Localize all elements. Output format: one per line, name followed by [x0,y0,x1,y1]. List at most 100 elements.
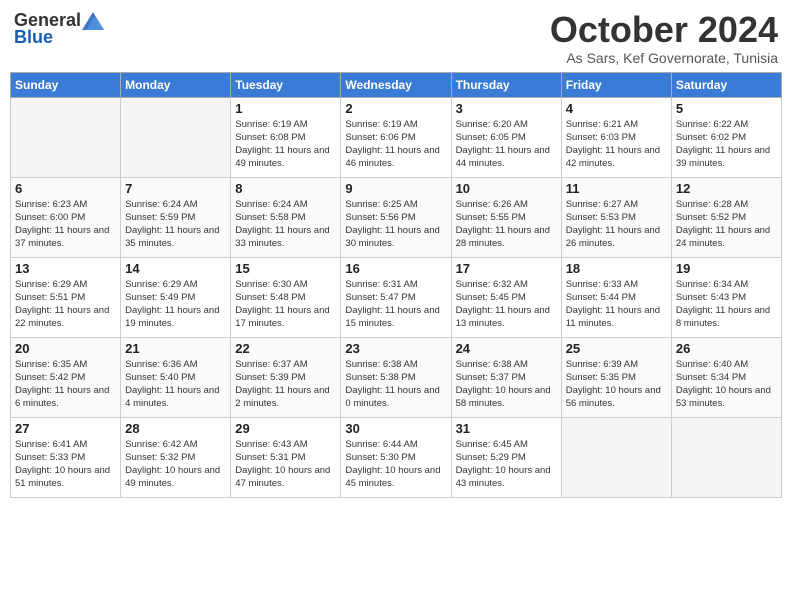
weekday-header: Sunday [11,72,121,97]
logo-blue: Blue [14,27,53,48]
calendar-day-cell: 7 Sunrise: 6:24 AM Sunset: 5:59 PM Daylig… [121,177,231,257]
calendar-week-row: 13Sunrise: 6:29 AM Sunset: 5:51 PM Dayli… [11,257,782,337]
day-info: Sunrise: 6:21 AM Sunset: 6:03 PM Dayligh… [566,118,667,171]
calendar-day-cell: 8 Sunrise: 6:24 AM Sunset: 5:58 PM Daylig… [231,177,341,257]
day-number: 17 [456,261,557,276]
day-number: 8 [235,181,336,196]
calendar-week-row: 6 Sunrise: 6:23 AM Sunset: 6:00 PM Daylig… [11,177,782,257]
weekday-header: Saturday [671,72,781,97]
day-info: Sunrise: 6:40 AM Sunset: 5:34 PM Dayligh… [676,358,777,411]
page-header: General Blue October 2024 As Sars, Kef G… [10,10,782,66]
day-info: Sunrise: 6:20 AM Sunset: 6:05 PM Dayligh… [456,118,557,171]
day-number: 7 [125,181,226,196]
calendar-week-row: 1 Sunrise: 6:19 AM Sunset: 6:08 PM Daylig… [11,97,782,177]
day-number: 15 [235,261,336,276]
day-info: Sunrise: 6:41 AM Sunset: 5:33 PM Dayligh… [15,438,116,491]
day-info: Sunrise: 6:45 AM Sunset: 5:29 PM Dayligh… [456,438,557,491]
weekday-header: Wednesday [341,72,451,97]
day-number: 28 [125,421,226,436]
weekday-header: Monday [121,72,231,97]
calendar-day-cell: 18 Sunrise: 6:33 AM Sunset: 5:44 PM Dayli… [561,257,671,337]
day-number: 3 [456,101,557,116]
day-info: Sunrise: 6:22 AM Sunset: 6:02 PM Dayligh… [676,118,777,171]
day-info: Sunrise: 6:33 AM Sunset: 5:44 PM Dayligh… [566,278,667,331]
day-number: 1 [235,101,336,116]
calendar-day-cell: 26 Sunrise: 6:40 AM Sunset: 5:34 PM Dayli… [671,337,781,417]
day-number: 22 [235,341,336,356]
calendar-day-cell: 31Sunrise: 6:45 AM Sunset: 5:29 PM Dayli… [451,417,561,497]
day-info: Sunrise: 6:35 AM Sunset: 5:42 PM Dayligh… [15,358,116,411]
day-info: Sunrise: 6:30 AM Sunset: 5:48 PM Dayligh… [235,278,336,331]
title-block: October 2024 As Sars, Kef Governorate, T… [550,10,778,66]
day-info: Sunrise: 6:34 AM Sunset: 5:43 PM Dayligh… [676,278,777,331]
day-number: 11 [566,181,667,196]
calendar-day-cell [121,97,231,177]
day-info: Sunrise: 6:38 AM Sunset: 5:37 PM Dayligh… [456,358,557,411]
day-number: 5 [676,101,777,116]
day-number: 25 [566,341,667,356]
day-info: Sunrise: 6:19 AM Sunset: 6:06 PM Dayligh… [345,118,446,171]
day-number: 29 [235,421,336,436]
calendar-day-cell: 12Sunrise: 6:28 AM Sunset: 5:52 PM Dayli… [671,177,781,257]
day-number: 24 [456,341,557,356]
calendar-day-cell: 23Sunrise: 6:38 AM Sunset: 5:38 PM Dayli… [341,337,451,417]
day-number: 30 [345,421,446,436]
day-number: 27 [15,421,116,436]
calendar-table: SundayMondayTuesdayWednesdayThursdayFrid… [10,72,782,498]
logo-icon [82,12,104,30]
weekday-header: Friday [561,72,671,97]
day-number: 10 [456,181,557,196]
day-info: Sunrise: 6:32 AM Sunset: 5:45 PM Dayligh… [456,278,557,331]
calendar-day-cell: 25Sunrise: 6:39 AM Sunset: 5:35 PM Dayli… [561,337,671,417]
calendar-week-row: 27 Sunrise: 6:41 AM Sunset: 5:33 PM Dayli… [11,417,782,497]
calendar-day-cell: 3 Sunrise: 6:20 AM Sunset: 6:05 PM Daylig… [451,97,561,177]
day-number: 6 [15,181,116,196]
day-info: Sunrise: 6:29 AM Sunset: 5:49 PM Dayligh… [125,278,226,331]
calendar-day-cell: 1 Sunrise: 6:19 AM Sunset: 6:08 PM Daylig… [231,97,341,177]
calendar-day-cell: 11 Sunrise: 6:27 AM Sunset: 5:53 PM Dayli… [561,177,671,257]
calendar-day-cell: 22Sunrise: 6:37 AM Sunset: 5:39 PM Dayli… [231,337,341,417]
calendar-day-cell [561,417,671,497]
calendar-day-cell [11,97,121,177]
month-year-title: October 2024 [550,10,778,50]
calendar-day-cell: 30 Sunrise: 6:44 AM Sunset: 5:30 PM Dayli… [341,417,451,497]
calendar-day-cell: 9Sunrise: 6:25 AM Sunset: 5:56 PM Daylig… [341,177,451,257]
day-number: 13 [15,261,116,276]
day-number: 16 [345,261,446,276]
calendar-day-cell [671,417,781,497]
day-info: Sunrise: 6:24 AM Sunset: 5:58 PM Dayligh… [235,198,336,251]
logo: General Blue [14,10,104,48]
day-number: 23 [345,341,446,356]
day-info: Sunrise: 6:31 AM Sunset: 5:47 PM Dayligh… [345,278,446,331]
day-number: 18 [566,261,667,276]
calendar-day-cell: 21 Sunrise: 6:36 AM Sunset: 5:40 PM Dayli… [121,337,231,417]
calendar-week-row: 20 Sunrise: 6:35 AM Sunset: 5:42 PM Dayli… [11,337,782,417]
day-info: Sunrise: 6:36 AM Sunset: 5:40 PM Dayligh… [125,358,226,411]
day-info: Sunrise: 6:26 AM Sunset: 5:55 PM Dayligh… [456,198,557,251]
day-number: 19 [676,261,777,276]
day-number: 9 [345,181,446,196]
day-info: Sunrise: 6:23 AM Sunset: 6:00 PM Dayligh… [15,198,116,251]
day-number: 2 [345,101,446,116]
calendar-day-cell: 5 Sunrise: 6:22 AM Sunset: 6:02 PM Daylig… [671,97,781,177]
calendar-day-cell: 27 Sunrise: 6:41 AM Sunset: 5:33 PM Dayli… [11,417,121,497]
day-info: Sunrise: 6:44 AM Sunset: 5:30 PM Dayligh… [345,438,446,491]
day-number: 14 [125,261,226,276]
location-subtitle: As Sars, Kef Governorate, Tunisia [550,50,778,66]
calendar-day-cell: 24 Sunrise: 6:38 AM Sunset: 5:37 PM Dayli… [451,337,561,417]
day-info: Sunrise: 6:24 AM Sunset: 5:59 PM Dayligh… [125,198,226,251]
calendar-day-cell: 15 Sunrise: 6:30 AM Sunset: 5:48 PM Dayli… [231,257,341,337]
calendar-day-cell: 10 Sunrise: 6:26 AM Sunset: 5:55 PM Dayli… [451,177,561,257]
day-number: 26 [676,341,777,356]
day-info: Sunrise: 6:28 AM Sunset: 5:52 PM Dayligh… [676,198,777,251]
day-number: 21 [125,341,226,356]
calendar-day-cell: 6 Sunrise: 6:23 AM Sunset: 6:00 PM Daylig… [11,177,121,257]
calendar-day-cell: 19 Sunrise: 6:34 AM Sunset: 5:43 PM Dayli… [671,257,781,337]
calendar-day-cell: 14 Sunrise: 6:29 AM Sunset: 5:49 PM Dayli… [121,257,231,337]
day-number: 20 [15,341,116,356]
calendar-day-cell: 2 Sunrise: 6:19 AM Sunset: 6:06 PM Daylig… [341,97,451,177]
day-info: Sunrise: 6:27 AM Sunset: 5:53 PM Dayligh… [566,198,667,251]
day-info: Sunrise: 6:19 AM Sunset: 6:08 PM Dayligh… [235,118,336,171]
calendar-day-cell: 13Sunrise: 6:29 AM Sunset: 5:51 PM Dayli… [11,257,121,337]
day-info: Sunrise: 6:43 AM Sunset: 5:31 PM Dayligh… [235,438,336,491]
